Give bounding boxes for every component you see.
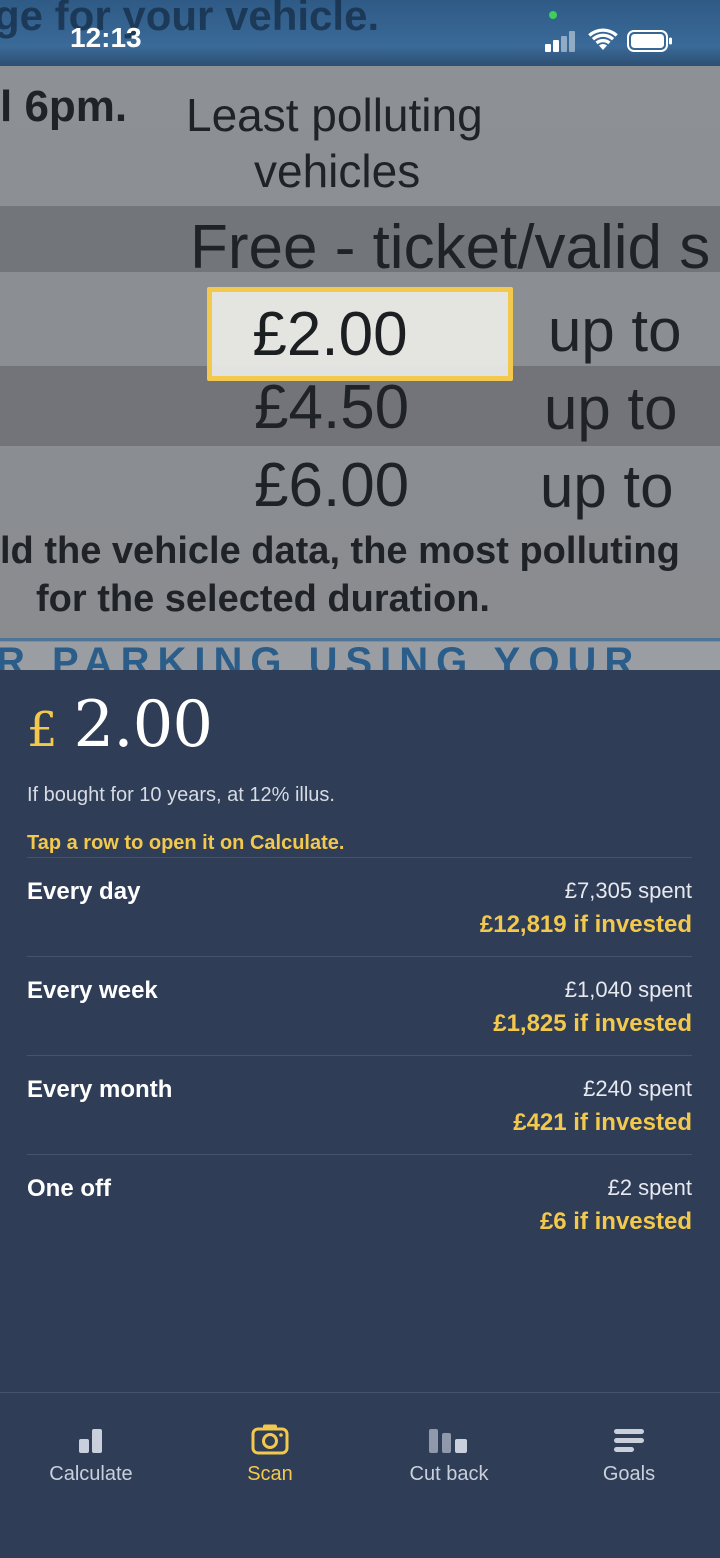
row-label: One off (27, 1175, 111, 1202)
detected-price-box[interactable]: £2.00 (207, 287, 513, 381)
frequency-list: Every day £7,305 spent £12,819 if invest… (27, 857, 692, 1253)
price-amount: 2.00 (73, 688, 213, 762)
sign-text-line: up to (544, 375, 678, 442)
frequency-row-one-off[interactable]: One off £2 spent £6 if invested (27, 1154, 692, 1253)
row-invested: £1,825 if invested (493, 1010, 692, 1037)
row-invested: £12,819 if invested (479, 911, 692, 938)
tap-row-hint: Tap a row to open it on Calculate. (27, 832, 345, 854)
battery-icon (627, 30, 672, 52)
tab-calculate[interactable]: Calculate (21, 1421, 161, 1486)
sign-text-line: up to (540, 453, 674, 520)
row-spent: £1,040 spent (564, 977, 692, 1002)
row-spent: £240 spent (583, 1076, 692, 1101)
sign-text-line: ge for your vehicle. (0, 0, 380, 39)
tab-scan[interactable]: Scan (200, 1421, 340, 1486)
tab-label: Calculate (49, 1463, 133, 1485)
sign-text-line: ld the vehicle data, the most polluting (0, 530, 680, 572)
bar-chart-icon (79, 1429, 102, 1453)
tab-label: Cut back (409, 1463, 489, 1485)
projection-subtitle: If bought for 10 years, at 12% illus. (27, 784, 335, 806)
sign-price-line: £4.50 (254, 373, 410, 442)
bottom-tab-bar: Calculate Scan Cut back Goals (0, 1392, 720, 1558)
row-label: Every month (27, 1076, 173, 1103)
detected-price-text: £2.00 (252, 299, 408, 369)
row-invested: £421 if invested (513, 1109, 692, 1136)
sign-text-line: R PARKING USING YOUR (0, 640, 642, 670)
tab-label: Goals (602, 1463, 656, 1485)
tab-label: Scan (247, 1463, 293, 1485)
result-panel: £ 2.00 If bought for 10 years, at 12% il… (0, 670, 720, 1392)
cut-back-chart-icon (429, 1429, 467, 1453)
frequency-row-every-day[interactable]: Every day £7,305 spent £12,819 if invest… (27, 857, 692, 956)
sign-text-line: Least polluting (186, 89, 483, 141)
sign-text-line: up to (548, 297, 682, 364)
row-spent: £7,305 spent (564, 878, 692, 903)
status-time: 12:13 (70, 22, 142, 53)
tab-cut-back[interactable]: Cut back (379, 1421, 519, 1486)
row-spent: £2 spent (607, 1175, 692, 1200)
price-display: £ 2.00 (27, 688, 213, 762)
sign-text-line: vehicles (254, 145, 421, 197)
frequency-row-every-month[interactable]: Every month £240 spent £421 if invested (27, 1055, 692, 1154)
sign-price-line: £6.00 (254, 451, 410, 520)
list-lines-icon (614, 1429, 644, 1452)
sign-text-line: Free - ticket/valid s (190, 213, 711, 282)
frequency-row-every-week[interactable]: Every week £1,040 spent £1,825 if invest… (27, 956, 692, 1055)
camera-viewfinder[interactable]: ge for your vehicle. l 6pm. Least pollut… (0, 0, 720, 670)
currency-symbol: £ (27, 702, 58, 758)
cellular-signal-icon (545, 30, 579, 52)
row-invested: £6 if invested (539, 1208, 692, 1235)
camera-icon (251, 1424, 289, 1455)
row-label: Every day (27, 878, 141, 905)
wifi-icon (588, 28, 618, 50)
row-label: Every week (27, 977, 158, 1004)
sign-text-line: for the selected duration. (36, 578, 490, 620)
tab-goals[interactable]: Goals (559, 1421, 699, 1486)
sign-text-line: l 6pm. (0, 82, 128, 131)
privacy-indicator-dot (549, 11, 557, 19)
